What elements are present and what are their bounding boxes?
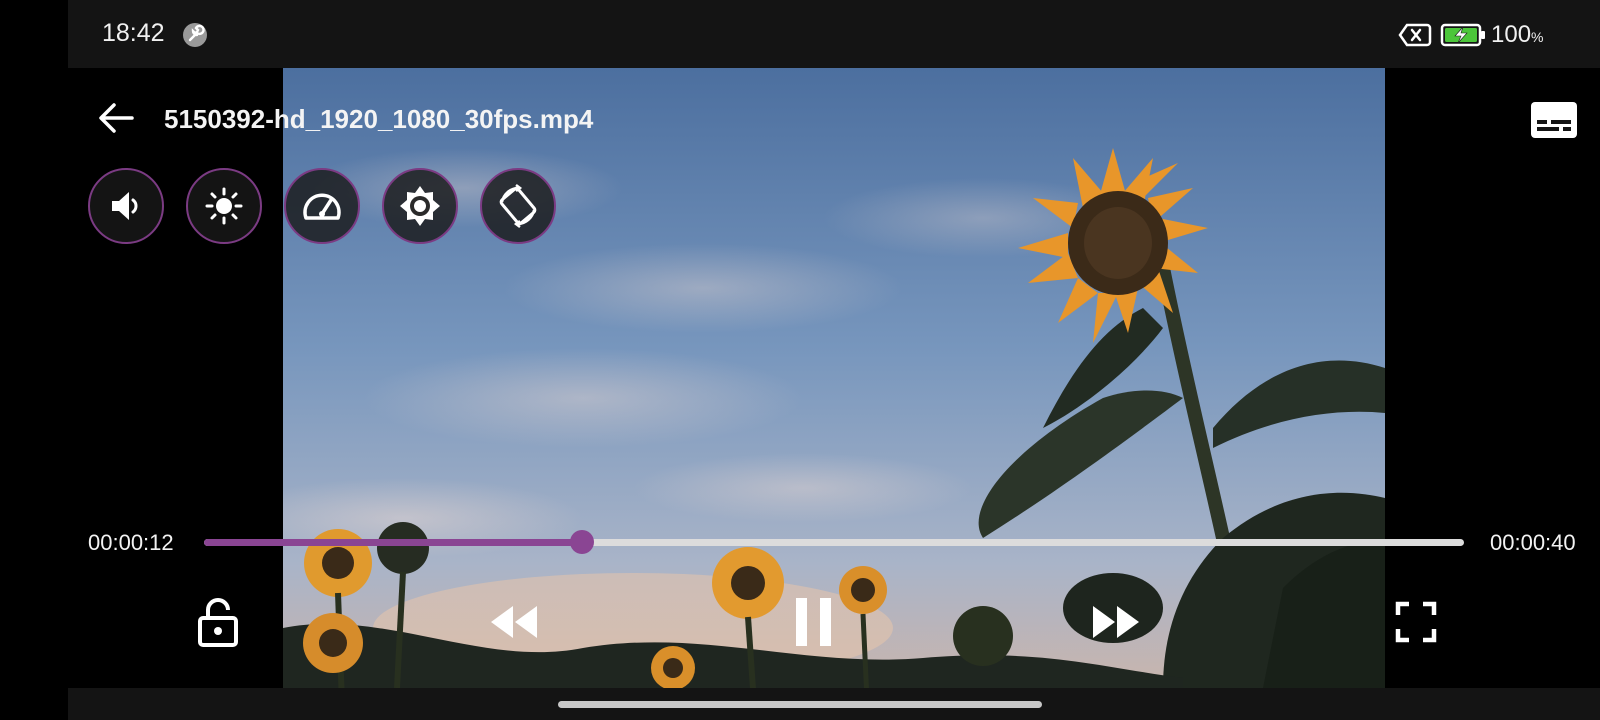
screen-rotation-icon [499,184,537,228]
playback-speed-button[interactable] [284,168,360,244]
pause-icon [796,598,831,646]
subtitles-button[interactable] [1528,96,1580,144]
wrench-icon [182,22,208,48]
seek-bar-thumb[interactable] [570,530,594,554]
volume-icon [112,192,138,220]
lock-icon [198,598,238,647]
fullscreen-button[interactable] [1384,590,1448,654]
playback-controls [68,590,1600,670]
volume-button[interactable] [88,168,164,244]
arrow-back-icon [99,103,134,133]
subtitles-icon [1531,102,1577,138]
player-top-bar: 5150392-hd_1920_1080_30fps.mp4 [68,68,1600,168]
brightness-icon [205,187,243,225]
current-time: 00:00:12 [88,530,174,555]
video-player-screen: 18:42 100% 5150392-hd_1920_1080_30fps.mp… [68,0,1600,720]
sim-card-x-icon [1398,22,1432,48]
home-indicator[interactable] [558,701,1042,708]
brightness-button[interactable] [186,168,262,244]
back-button[interactable] [92,94,140,142]
speedometer-icon [303,193,341,220]
auto-brightness-button[interactable] [382,168,458,244]
navigation-bar [68,688,1600,720]
battery-percent: 100% [1491,21,1544,48]
seek-bar-progress [204,539,582,546]
battery-charging-icon [1440,21,1488,49]
pause-button[interactable] [782,590,846,654]
rotate-button[interactable] [480,168,556,244]
status-bar: 18:42 100% [68,0,1600,68]
fullscreen-icon [1395,601,1437,643]
rewind-button[interactable] [482,590,546,654]
seek-bar[interactable] [204,530,1464,554]
fast-forward-icon [1093,606,1139,638]
lock-button[interactable] [186,590,250,654]
video-title: 5150392-hd_1920_1080_30fps.mp4 [164,104,594,134]
fast-forward-button[interactable] [1084,590,1148,654]
brightness-auto-icon [400,186,440,226]
status-time: 18:42 [102,19,165,47]
total-time: 00:00:40 [1490,530,1576,555]
rewind-icon [491,606,537,638]
